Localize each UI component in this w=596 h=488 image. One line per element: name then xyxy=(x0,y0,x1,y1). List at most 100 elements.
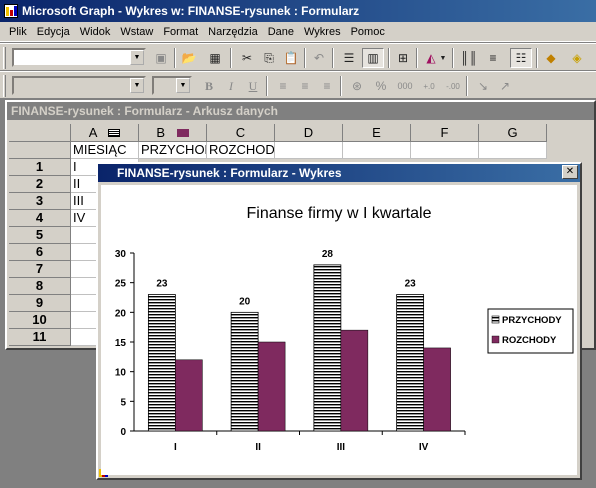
column-header-c[interactable]: C xyxy=(207,124,275,142)
bar-series-icon xyxy=(108,129,121,137)
data-label: 28 xyxy=(322,249,334,260)
bar-rozchody xyxy=(423,347,451,432)
bar-przychody xyxy=(230,311,259,432)
row-header[interactable]: 10 xyxy=(9,312,71,329)
y-tick-label: 30 xyxy=(115,249,127,260)
chevron-down-icon[interactable]: ▼ xyxy=(176,78,190,93)
cell[interactable] xyxy=(275,142,343,159)
row-header[interactable]: 4 xyxy=(9,210,71,227)
window-title: Microsoft Graph - Wykres w: FINANSE-rysu… xyxy=(22,4,360,18)
y-tick-label: 0 xyxy=(120,427,126,438)
cell-header-expenses[interactable]: ROZCHODY xyxy=(207,142,275,159)
close-icon[interactable]: ✕ xyxy=(562,165,578,179)
align-center-icon[interactable]: ≡ xyxy=(294,76,316,96)
align-right-icon[interactable]: ≡ xyxy=(316,76,338,96)
column-header-a[interactable]: A xyxy=(71,124,139,142)
font-name-select[interactable]: ▼ xyxy=(12,76,146,95)
drawing-icon[interactable]: ◆ xyxy=(540,48,562,68)
angle-text-down-icon[interactable]: ↘ xyxy=(472,76,494,96)
font-size-select[interactable]: ▼ xyxy=(152,76,192,95)
y-tick-label: 20 xyxy=(115,308,127,319)
row-header[interactable]: 7 xyxy=(9,261,71,278)
menu-wstaw[interactable]: Wstaw xyxy=(115,26,158,38)
chevron-down-icon[interactable]: ▼ xyxy=(130,78,144,93)
column-header-d[interactable]: D xyxy=(275,124,343,142)
chart-window[interactable]: FINANSE-rysunek : Formularz - Wykres ✕ F… xyxy=(96,162,582,480)
row-header[interactable]: 1 xyxy=(9,159,71,176)
column-header-b[interactable]: B xyxy=(139,124,207,142)
menu-plik[interactable]: Plik xyxy=(4,26,32,38)
fill-color-icon[interactable]: ◈ xyxy=(566,48,588,68)
row-header[interactable]: 3 xyxy=(9,193,71,210)
currency-icon[interactable]: ⊛ xyxy=(346,76,368,96)
data-label: 23 xyxy=(156,279,168,290)
percent-icon[interactable]: % xyxy=(370,76,392,96)
cell[interactable] xyxy=(411,142,479,159)
x-tick-label: IV xyxy=(419,442,429,453)
align-left-icon[interactable]: ≡ xyxy=(272,76,294,96)
row-header[interactable]: 11 xyxy=(9,329,71,346)
menu-narzedzia[interactable]: Narzędzia xyxy=(203,26,263,38)
bold-icon[interactable]: B xyxy=(198,76,220,96)
column-header-f[interactable]: F xyxy=(411,124,479,142)
comma-style-icon[interactable]: 000 xyxy=(394,76,416,96)
chevron-down-icon[interactable]: ▼ xyxy=(130,50,144,65)
menu-pomoc[interactable]: Pomoc xyxy=(346,26,390,38)
column-header-e[interactable]: E xyxy=(343,124,411,142)
chevron-down-icon[interactable]: ▼ xyxy=(437,48,449,68)
underline-icon[interactable]: U xyxy=(242,76,264,96)
legend-icon[interactable]: ☷ xyxy=(510,48,532,68)
toolbar-grip[interactable] xyxy=(3,75,6,97)
row-header[interactable]: 9 xyxy=(9,295,71,312)
bar-chart[interactable]: 0 5 10 15 20 25 30 I 23 II 20 III 28 IV 23 PRZYCHODY ROZ… xyxy=(101,185,577,475)
separator xyxy=(416,48,418,68)
by-column-icon[interactable]: ▥ xyxy=(362,48,384,68)
copy-icon[interactable]: ⎘ xyxy=(258,48,280,68)
value-gridlines-icon[interactable]: ≡ xyxy=(482,48,504,68)
cell[interactable] xyxy=(343,142,411,159)
chart-area[interactable]: Finanse firmy w I kwartale 0 5 10 15 20 25 30 I… xyxy=(101,185,577,475)
graph-app-icon xyxy=(99,167,113,477)
menu-wykres[interactable]: Wykres xyxy=(299,26,346,38)
angle-text-up-icon[interactable]: ↗ xyxy=(494,76,516,96)
menu-format[interactable]: Format xyxy=(158,26,203,38)
row-header-blank[interactable] xyxy=(9,142,71,159)
bar-przychody xyxy=(313,264,342,432)
undo-icon[interactable]: ↶ xyxy=(308,48,330,68)
format-object-icon[interactable]: ▣ xyxy=(150,48,172,68)
bar-series-icon xyxy=(176,129,189,137)
menu-dane[interactable]: Dane xyxy=(263,26,299,38)
data-label: 23 xyxy=(405,279,417,290)
import-file-icon[interactable]: 📂 xyxy=(178,48,200,68)
row-header[interactable]: 6 xyxy=(9,244,71,261)
menu-edycja[interactable]: Edycja xyxy=(32,26,75,38)
chart-window-title-bar[interactable]: FINANSE-rysunek : Formularz - Wykres xyxy=(98,164,580,477)
italic-icon[interactable]: I xyxy=(220,76,242,96)
by-row-icon[interactable]: ☰ xyxy=(338,48,360,68)
window-title-bar[interactable]: Microsoft Graph - Wykres w: FINANSE-rysu… xyxy=(0,0,596,22)
view-datasheet-icon[interactable]: ▦ xyxy=(204,48,226,68)
cell[interactable] xyxy=(479,142,547,159)
paste-icon[interactable]: 📋 xyxy=(280,48,302,68)
legend-label-przychody: PRZYCHODY xyxy=(502,315,562,326)
data-table-icon[interactable]: ⊞ xyxy=(392,48,414,68)
separator xyxy=(174,48,176,68)
cut-icon[interactable]: ✂ xyxy=(236,48,258,68)
cell-header-month[interactable]: MIESIĄC xyxy=(71,142,139,159)
corner-cell[interactable] xyxy=(9,124,71,142)
chart-window-title: FINANSE-rysunek : Formularz - Wykres xyxy=(117,166,342,180)
menu-widok[interactable]: Widok xyxy=(75,26,116,38)
category-gridlines-icon[interactable]: ║║ xyxy=(458,48,480,68)
chart-object-select[interactable]: ▼ xyxy=(12,48,146,67)
row-header[interactable]: 8 xyxy=(9,278,71,295)
row-header[interactable]: 5 xyxy=(9,227,71,244)
toolbar-grip[interactable] xyxy=(3,47,6,69)
column-header-g[interactable]: G xyxy=(479,124,547,142)
decrease-decimal-icon[interactable]: -.00 xyxy=(442,76,464,96)
legend-swatch-rozchody xyxy=(491,335,500,344)
increase-decimal-icon[interactable]: +.0 xyxy=(418,76,440,96)
cell-header-income[interactable]: PRZYCHODY xyxy=(139,142,207,159)
y-tick-label: 10 xyxy=(115,368,127,379)
row-header[interactable]: 2 xyxy=(9,176,71,193)
data-label: 20 xyxy=(239,296,251,307)
